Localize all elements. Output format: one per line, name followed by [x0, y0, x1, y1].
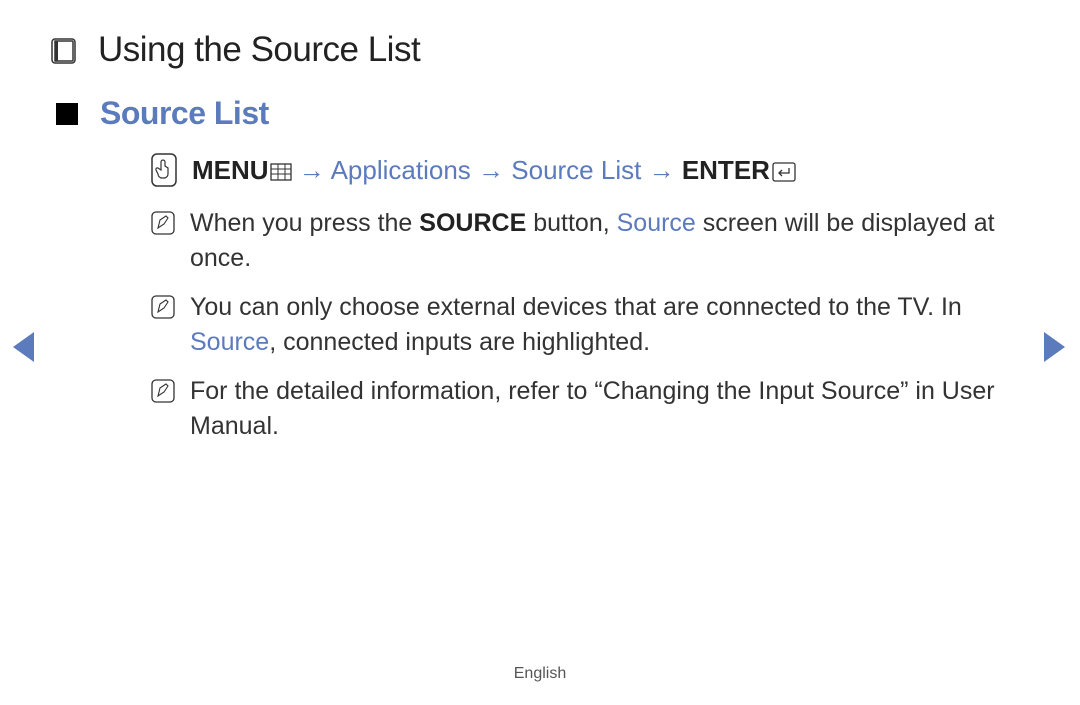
note-text: You can only choose external devices tha… — [190, 290, 1030, 360]
pencil-note-icon — [150, 378, 176, 409]
note-item: When you press the SOURCE button, Source… — [50, 206, 1030, 276]
prev-page-button[interactable] — [10, 330, 36, 369]
section-heading: Source List — [50, 95, 1030, 132]
pencil-note-icon — [150, 210, 176, 241]
note-bold: SOURCE — [419, 209, 526, 237]
section-title: Source List — [100, 95, 269, 132]
nav-arrow-2: → — [478, 155, 504, 185]
note-item: You can only choose external devices tha… — [50, 290, 1030, 360]
nav-applications: Applications — [331, 155, 471, 185]
note-item: For the detailed information, refer to “… — [50, 374, 1030, 444]
section-bullet-icon — [56, 103, 78, 125]
nav-enter-label: ENTER — [682, 155, 770, 185]
pencil-note-icon — [150, 294, 176, 325]
chapter-icon — [50, 36, 80, 71]
note-text: When you press the SOURCE button, Source… — [190, 206, 1030, 276]
chapter-heading: Using the Source List — [50, 30, 1030, 71]
chapter-title: Using the Source List — [98, 30, 420, 70]
note-seg: button, — [526, 209, 616, 237]
note-seg: For the detailed information, refer to “… — [190, 377, 995, 440]
note-text: For the detailed information, refer to “… — [190, 374, 1030, 444]
note-seg: , connected inputs are highlighted. — [269, 328, 650, 356]
note-link: Source — [190, 328, 269, 356]
navigation-path: MENU → Applications → Source List → ENTE… — [50, 152, 1030, 188]
nav-source-list: Source List — [511, 155, 641, 185]
nav-menu-label: MENU — [192, 155, 269, 185]
menu-grid-icon — [270, 163, 292, 181]
note-seg: When you press the — [190, 209, 419, 237]
note-seg: You can only choose external devices tha… — [190, 293, 962, 321]
nav-arrow-1: → — [299, 155, 325, 185]
note-link: Source — [617, 209, 696, 237]
remote-hand-icon — [150, 152, 178, 188]
nav-arrow-3: → — [649, 155, 675, 185]
nav-path-text: MENU → Applications → Source List → ENTE… — [192, 155, 796, 186]
enter-key-icon — [772, 162, 796, 182]
next-page-button[interactable] — [1042, 330, 1068, 369]
footer-language: English — [0, 665, 1080, 683]
